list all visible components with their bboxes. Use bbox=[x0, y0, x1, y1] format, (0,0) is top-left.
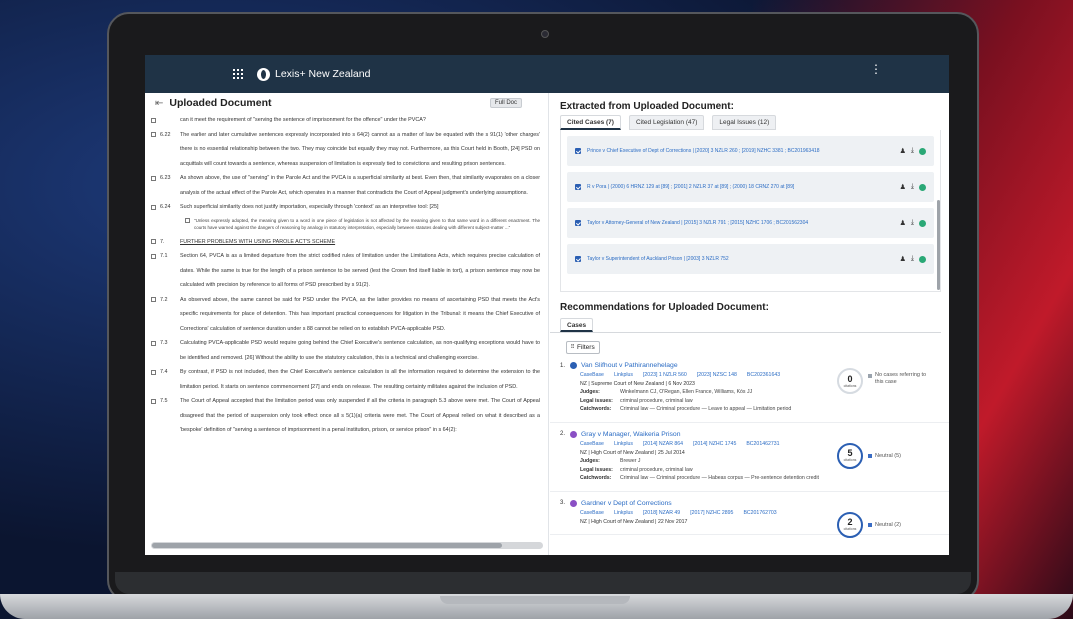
paragraph-checkbox[interactable] bbox=[185, 217, 190, 223]
doc-paragraph: 7.2 As observed above, the same cannot b… bbox=[151, 293, 540, 337]
paragraph-checkbox[interactable] bbox=[151, 340, 156, 346]
paragraph-checkbox[interactable] bbox=[151, 175, 156, 181]
scrollbar-thumb[interactable] bbox=[152, 543, 502, 548]
paragraph-checkbox[interactable] bbox=[151, 132, 156, 137]
download-icon[interactable]: ⤓ bbox=[911, 219, 914, 227]
vertical-scrollbar[interactable] bbox=[937, 200, 940, 290]
brand-name: Lexis+ New Zealand bbox=[275, 68, 371, 80]
cited-cases-list: Prince v Chief Executive of Dept of Corr… bbox=[560, 130, 941, 292]
laptop-notch bbox=[440, 596, 630, 604]
check-circle-icon bbox=[919, 255, 926, 263]
document-title: Uploaded Document bbox=[169, 97, 272, 109]
checkbox-checked-icon[interactable] bbox=[575, 184, 581, 190]
recommendations-tabs: Cases bbox=[550, 318, 941, 333]
check-circle-icon bbox=[919, 147, 926, 155]
case-name-link[interactable]: Van Slifhout v Pathirannehelage bbox=[581, 362, 678, 369]
checkbox-checked-icon[interactable] bbox=[575, 256, 581, 262]
checkbox-checked-icon[interactable] bbox=[575, 148, 581, 154]
tab-cases[interactable]: Cases bbox=[560, 318, 594, 332]
full-doc-button[interactable]: Full Doc bbox=[489, 98, 522, 108]
cited-case-row[interactable]: Taylor v Attorney-General of New Zealand… bbox=[567, 208, 934, 238]
user-icon[interactable]: ♟ bbox=[900, 255, 906, 263]
document-panel: ⇤ Uploaded Document Full Doc can it meet… bbox=[145, 93, 549, 555]
cited-case-row[interactable]: Prince v Chief Executive of Dept of Corr… bbox=[567, 136, 934, 166]
lexis-logo-icon bbox=[257, 67, 270, 81]
tab-cited-legislation[interactable]: Cited Legislation (47) bbox=[628, 115, 705, 130]
insights-panel: Extracted from Uploaded Document: Cited … bbox=[550, 93, 949, 555]
case-status-icon bbox=[570, 430, 577, 438]
collapse-arrow-icon[interactable]: ⇤ bbox=[155, 98, 163, 109]
cited-case-row[interactable]: R v Pora | (2000) 6 HRNZ 129 at [89] ; [… bbox=[567, 172, 934, 202]
doc-paragraph: 7.3 Calculating PVCA-applicable PSD woul… bbox=[151, 336, 540, 365]
doc-paragraph: can it meet the requirement of "serving … bbox=[151, 113, 540, 128]
paragraph-checkbox[interactable] bbox=[151, 253, 156, 259]
cited-case-row[interactable]: Taylor v Superintendent of Auckland Pris… bbox=[567, 244, 934, 274]
document-body: can it meet the requirement of "serving … bbox=[145, 113, 548, 438]
user-icon[interactable]: ♟ bbox=[900, 219, 906, 227]
case-status-icon bbox=[570, 499, 577, 507]
paragraph-checkbox[interactable] bbox=[151, 239, 156, 244]
paragraph-checkbox[interactable] bbox=[151, 369, 156, 375]
case-links: CaseBase Linkplus [2014] NZAR 864 [2014] NZ… bbox=[580, 440, 780, 447]
user-icon[interactable]: ♟ bbox=[900, 147, 906, 155]
download-icon[interactable]: ⤓ bbox=[911, 183, 914, 191]
case-name-link[interactable]: Gray v Manager, Waikeria Prison bbox=[581, 431, 680, 438]
apps-grid-icon[interactable] bbox=[233, 69, 243, 79]
citations-badge[interactable]: 0 citations bbox=[837, 368, 863, 394]
filters-button[interactable]: ⫶⫶ Filters bbox=[566, 341, 600, 354]
download-icon[interactable]: ⤓ bbox=[911, 147, 914, 155]
filter-icon: ⫶⫶ bbox=[571, 344, 575, 350]
more-options-icon[interactable]: ⋮ bbox=[870, 63, 882, 75]
extracted-title: Extracted from Uploaded Document: bbox=[560, 101, 734, 112]
tab-cited-cases[interactable]: Cited Cases (7) bbox=[560, 115, 621, 130]
doc-paragraph: 6.23 As shown above, the use of "serving… bbox=[151, 171, 540, 200]
case-links: CaseBase Linkplus [2018] NZAR 49 [2017] NZH… bbox=[580, 509, 777, 516]
citations-note: Neutral (5) bbox=[868, 453, 928, 460]
paragraph-checkbox[interactable] bbox=[151, 204, 156, 210]
doc-paragraph: 7.4 By contrast, if PSD is not included,… bbox=[151, 365, 540, 394]
top-bar: Lexis+ New Zealand ⋮ bbox=[145, 55, 949, 93]
citations-note: No cases referring to this case bbox=[868, 372, 928, 386]
paragraph-checkbox[interactable] bbox=[151, 398, 156, 404]
case-name-link[interactable]: Gardner v Dept of Corrections bbox=[581, 500, 672, 507]
download-icon[interactable]: ⤓ bbox=[911, 255, 914, 263]
doc-paragraph: 6.24 Such superficial similarity does no… bbox=[151, 200, 540, 215]
doc-quote: "Unless expressly adopted, the meaning g… bbox=[185, 217, 540, 231]
recommendation-item: 3. Gardner v Dept of Corrections CaseBas… bbox=[550, 498, 949, 538]
recommendation-item: 2. Gray v Manager, Waikeria Prison CaseB… bbox=[550, 429, 949, 492]
doc-paragraph: 7.1 Section 64, PVCA is as a limited dep… bbox=[151, 249, 540, 293]
doc-paragraph: 7.5 The Court of Appeal accepted that th… bbox=[151, 394, 540, 438]
citations-note: Neutral (2) bbox=[868, 522, 928, 529]
horizontal-scrollbar[interactable] bbox=[151, 542, 543, 549]
check-circle-icon bbox=[919, 183, 926, 191]
paragraph-checkbox[interactable] bbox=[151, 117, 156, 123]
doc-paragraph: 6.22 The earlier and later cumulative se… bbox=[151, 128, 540, 172]
recommendation-item: 1. Van Slifhout v Pathirannehelage CaseB… bbox=[550, 360, 949, 423]
checkbox-checked-icon[interactable] bbox=[575, 220, 581, 226]
citations-badge[interactable]: 2 citations bbox=[837, 511, 863, 538]
case-status-icon bbox=[570, 362, 577, 369]
extracted-tabs: Cited Cases (7) Cited Legislation (47) L… bbox=[550, 115, 949, 130]
laptop-bottom-bezel bbox=[115, 572, 971, 594]
webcam bbox=[541, 30, 549, 38]
paragraph-checkbox[interactable] bbox=[151, 297, 156, 302]
user-icon[interactable]: ♟ bbox=[900, 183, 906, 191]
recommendations-title: Recommendations for Uploaded Document: bbox=[560, 302, 769, 313]
tab-legal-issues[interactable]: Legal Issues (12) bbox=[712, 115, 777, 130]
citations-badge[interactable]: 5 citations bbox=[837, 442, 863, 469]
section-heading: 7. FURTHER PROBLEMS WITH USING PAROLE AC… bbox=[151, 235, 540, 250]
screen: Lexis+ New Zealand ⋮ ⇤ Uploaded Document… bbox=[145, 55, 949, 555]
document-panel-header: ⇤ Uploaded Document Full Doc bbox=[145, 93, 548, 113]
check-circle-icon bbox=[919, 219, 926, 227]
